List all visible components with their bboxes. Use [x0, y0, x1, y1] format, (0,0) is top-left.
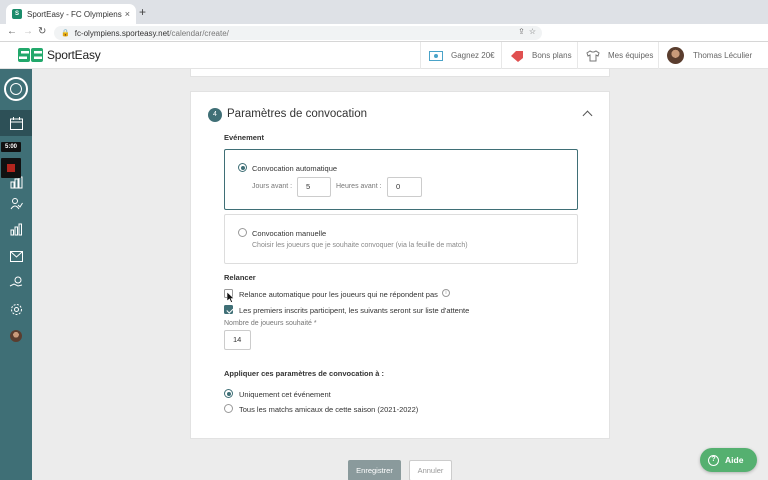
- gagnez-label: Gagnez 20€: [451, 51, 495, 60]
- sidebar-home-button[interactable]: [4, 77, 28, 101]
- new-tab-button[interactable]: +: [139, 5, 146, 19]
- jersey-icon: [586, 49, 600, 61]
- mes-equipes-link[interactable]: Mes équipes: [577, 42, 653, 69]
- share-icon[interactable]: ⇪: [518, 27, 525, 36]
- step-number-badge: 4: [208, 108, 222, 122]
- appliquer-label: Appliquer ces paramètres de convocation …: [224, 369, 385, 378]
- radio-manual[interactable]: [238, 228, 247, 237]
- section-title: Paramètres de convocation: [227, 108, 367, 120]
- back-icon[interactable]: ←: [7, 26, 17, 37]
- bons-plans-label: Bons plans: [532, 51, 572, 60]
- sidebar-item-calendar[interactable]: [0, 110, 32, 136]
- mouse-cursor-icon: [227, 292, 235, 303]
- tab-close-icon[interactable]: ×: [125, 9, 130, 19]
- mail-icon: [9, 250, 23, 262]
- calendar-icon: [9, 116, 23, 130]
- sidebar-item-settings[interactable]: [0, 296, 32, 322]
- jours-input[interactable]: 5: [297, 177, 331, 197]
- record-stop-icon[interactable]: [1, 158, 21, 178]
- manual-subtitle: Choisir les joueurs que je souhaite conv…: [252, 242, 468, 249]
- forward-icon[interactable]: →: [23, 26, 33, 37]
- sporteasy-favicon-icon: S: [12, 9, 22, 19]
- browser-tab-bar: S SportEasy - FC Olympiens × +: [0, 0, 768, 24]
- apply-opt1-label: Uniquement cet événement: [239, 390, 331, 399]
- sidebar-item-members[interactable]: [0, 190, 32, 216]
- user-avatar: [667, 47, 684, 64]
- browser-toolbar: ← → ↻ 🔒 fc-olympiens.sporteasy.net/calen…: [0, 24, 768, 62]
- compass-icon: [10, 83, 22, 95]
- sidebar-item-payments[interactable]: [0, 269, 32, 295]
- apply-opt2-label: Tous les matchs amicaux de cette saison …: [239, 405, 419, 414]
- previous-section-card: [190, 69, 610, 77]
- chevron-up-icon[interactable]: [582, 110, 593, 121]
- url-path: /calendar/create/: [169, 28, 229, 38]
- gear-icon: [10, 303, 22, 315]
- evenement-label: Evénement: [224, 133, 265, 142]
- app-header: SportEasy Gagnez 20€ Bons plans Mes équi…: [0, 42, 768, 69]
- jours-label: Jours avant :: [252, 183, 293, 190]
- cancel-button[interactable]: Annuler: [409, 460, 452, 480]
- user-menu[interactable]: Thomas Léculier: [658, 42, 752, 69]
- save-button[interactable]: Enregistrer: [348, 460, 401, 480]
- sidebar-avatar: [10, 330, 22, 342]
- sidebar-item-profile[interactable]: [0, 323, 32, 349]
- relance-auto-label: Relance automatique pour les joueurs qui…: [239, 290, 438, 299]
- bons-plans-link[interactable]: Bons plans: [501, 42, 572, 69]
- sidebar: [0, 69, 32, 480]
- heures-input[interactable]: 0: [387, 177, 422, 197]
- lock-icon: 🔒: [61, 30, 70, 37]
- gift-card-icon: [429, 50, 443, 61]
- sidebar-item-messages[interactable]: [0, 243, 32, 269]
- heures-label: Heures avant :: [336, 183, 382, 190]
- price-tag-icon: [511, 50, 523, 62]
- help-button[interactable]: ? Aide: [700, 448, 757, 472]
- convocation-section-card: 4 Paramètres de convocation Evénement Co…: [190, 91, 610, 439]
- url-host: fc-olympiens.sporteasy.net: [74, 28, 170, 38]
- bar-chart-icon: [10, 223, 22, 235]
- reload-icon[interactable]: ↻: [38, 26, 46, 37]
- mes-equipes-label: Mes équipes: [608, 51, 654, 60]
- radio-apply-all-friendly[interactable]: [224, 404, 233, 413]
- radio-auto[interactable]: [238, 163, 247, 172]
- relancer-label: Relancer: [224, 273, 256, 282]
- brand-logo[interactable]: SportEasy: [18, 48, 101, 62]
- bookmark-star-icon[interactable]: ☆: [529, 27, 536, 36]
- convocation-auto-option[interactable]: Convocation automatique Jours avant : 5 …: [224, 149, 578, 210]
- address-bar[interactable]: 🔒 fc-olympiens.sporteasy.net/calendar/cr…: [54, 26, 542, 40]
- tab-title: SportEasy - FC Olympiens: [27, 9, 122, 19]
- sporteasy-logo-icon: [18, 48, 43, 62]
- timer-overlay: 5:00: [1, 142, 21, 152]
- sidebar-item-statistics[interactable]: [0, 216, 32, 242]
- nb-joueurs-label: Nombre de joueurs souhaité *: [224, 320, 317, 327]
- browser-tab[interactable]: S SportEasy - FC Olympiens ×: [6, 4, 136, 24]
- premiers-inscrits-checkbox[interactable]: [224, 305, 233, 314]
- radio-apply-this-event[interactable]: [224, 389, 233, 398]
- help-label: Aide: [725, 455, 744, 465]
- question-icon: ?: [708, 454, 719, 466]
- auto-title: Convocation automatique: [252, 164, 338, 173]
- manual-title: Convocation manuelle: [252, 229, 327, 238]
- convocation-manual-option[interactable]: Convocation manuelle Choisir les joueurs…: [224, 214, 578, 264]
- info-icon[interactable]: i: [442, 289, 450, 297]
- gagnez-link[interactable]: Gagnez 20€: [420, 42, 495, 69]
- brand-name: SportEasy: [47, 48, 101, 62]
- nb-joueurs-input[interactable]: 14: [224, 330, 251, 350]
- user-name: Thomas Léculier: [693, 51, 753, 60]
- premiers-inscrits-label: Les premiers inscrits participent, les s…: [239, 306, 470, 315]
- user-check-icon: [10, 197, 23, 209]
- hand-money-icon: [9, 276, 23, 287]
- main-content: 4 Paramètres de convocation Evénement Co…: [32, 69, 768, 480]
